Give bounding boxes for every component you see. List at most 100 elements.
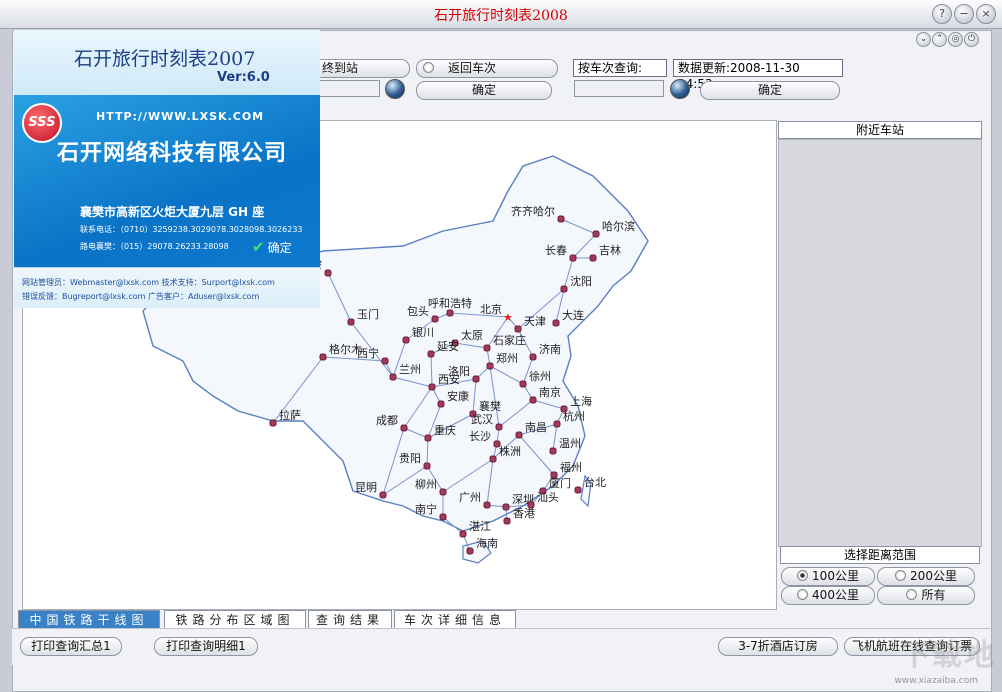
splash-fax: 路电襄樊：（015）29078.26233.28098: [80, 241, 229, 252]
city-dot: [400, 424, 408, 432]
close-button[interactable]: ×: [976, 4, 996, 24]
query-orb-icon-2[interactable]: [670, 79, 690, 99]
city-label: 广州: [459, 491, 481, 504]
city-label: 杭州: [563, 409, 585, 423]
city-label: 石家庄: [493, 333, 526, 347]
city-label: 齐齐哈尔: [511, 204, 555, 218]
contacts-row-2: 错误反馈：Bugreport@lxsk.com 广告客户：Aduser@lxsk…: [22, 292, 260, 301]
watermark-url: www.xiazaiba.com: [894, 676, 978, 686]
city-dot: [502, 503, 510, 511]
range-200-label: 200公里: [910, 569, 957, 583]
splash-header: 石开旅行时刻表2007 Ver:6.0: [14, 30, 320, 95]
city-dot: [503, 517, 511, 525]
tab-region-map[interactable]: 铁路分布区域图: [164, 610, 306, 630]
query-orb-icon[interactable]: [385, 79, 405, 99]
city-label: 南宁: [415, 502, 437, 516]
city-dot: [379, 491, 387, 499]
city-label: 天津: [524, 315, 546, 328]
print-detail-button[interactable]: 打印查询明细1: [154, 637, 258, 656]
city-label: 台北: [584, 475, 606, 489]
splash-phone: 联系电话：（0710）3259238.3029078.3028098.30262…: [80, 224, 303, 235]
city-label: 大连: [562, 308, 584, 322]
city-dot: [495, 423, 503, 431]
city-dot: [549, 447, 557, 455]
city-label: 南昌: [525, 421, 547, 434]
confirm-button-2[interactable]: 确定: [700, 81, 840, 100]
hotel-booking-button[interactable]: 3-7折酒店订房: [718, 637, 838, 656]
city-label: 福州: [560, 460, 582, 474]
city-dot: [427, 350, 435, 358]
help-button[interactable]: ?: [932, 4, 952, 24]
range-100-option[interactable]: 100公里: [781, 567, 875, 586]
radio-icon: [797, 589, 809, 600]
city-dot: [439, 513, 447, 521]
city-dot: [319, 353, 327, 361]
range-all-label: 所有: [921, 588, 946, 602]
city-dot: [439, 488, 447, 496]
city-dot: [486, 362, 494, 370]
city-label: 郑州: [496, 351, 518, 365]
splash-company: 石开网络科技有限公司: [57, 141, 288, 166]
contacts-row-1: 网站管理员：Webmaster@lxsk.com 技术支持：Surport@lx…: [22, 278, 275, 287]
return-train-button[interactable]: 返回车次: [416, 59, 558, 78]
radio-icon: [423, 62, 434, 73]
city-label: 格尔木: [329, 342, 362, 356]
city-label: 上海: [570, 394, 592, 408]
city-label: 沈阳: [570, 274, 592, 288]
chevron-down-icon[interactable]: ⌄: [916, 32, 931, 47]
range-all-option[interactable]: 所有: [877, 586, 975, 605]
power-icon[interactable]: ⏻: [964, 32, 979, 47]
company-logo-icon: SSS: [22, 103, 62, 143]
range-200-option[interactable]: 200公里: [877, 567, 975, 586]
nearby-stations-list[interactable]: [778, 139, 982, 547]
splash-ok-label: 确定: [267, 241, 292, 255]
print-summary-button[interactable]: 打印查询汇总1: [20, 637, 122, 656]
phone-value: （0710）3259238.3029078.3028098.3026233: [120, 225, 303, 234]
checkmark-icon: ✔: [252, 238, 265, 256]
tab-trunk-line-map[interactable]: 中国铁路干线图: [18, 610, 160, 630]
city-label: 洛阳: [448, 364, 470, 378]
range-400-option[interactable]: 400公里: [781, 586, 875, 605]
range-100-label: 100公里: [812, 569, 859, 583]
nearby-stations-title: 附近车站: [778, 121, 982, 139]
window-title: 石开旅行时刻表2008: [434, 8, 568, 24]
city-label: 襄樊: [479, 399, 501, 413]
city-dot: [324, 269, 332, 277]
city-label: 海南: [476, 536, 498, 550]
return-train-label: 返回车次: [448, 61, 497, 75]
watermark: 下载地: [900, 638, 996, 673]
splash-version: Ver:6.0: [217, 70, 270, 85]
tab-train-details[interactable]: 车次详细信息: [394, 610, 516, 630]
city-dot: [428, 383, 436, 391]
city-dot: [529, 396, 537, 404]
city-dot: [489, 455, 497, 463]
city-label: 温州: [559, 437, 581, 450]
city-dot: [574, 486, 582, 494]
minimize-button[interactable]: −: [954, 4, 974, 24]
city-label: 贵阳: [399, 452, 421, 465]
splash-contacts: 网站管理员：Webmaster@lxsk.com 技术支持：Surport@lx…: [14, 267, 320, 308]
city-label: 厦门: [549, 476, 571, 490]
splash-ok-button[interactable]: ✔ 确定: [252, 238, 292, 256]
city-dot: [466, 547, 474, 555]
chevron-up-icon[interactable]: ⌃: [932, 32, 947, 47]
tab-query-results[interactable]: 查询结果: [308, 610, 392, 630]
city-dot: [446, 309, 454, 317]
splash-screen: 石开旅行时刻表2007 Ver:6.0 SSS HTTP://WWW.LXSK.…: [14, 30, 320, 308]
target-icon[interactable]: ◎: [948, 32, 963, 47]
train-number-input[interactable]: [574, 80, 664, 97]
city-label: 湛江: [469, 520, 491, 533]
radio-icon: [906, 589, 918, 600]
city-label: 呼和浩特: [428, 296, 472, 310]
city-dot: [483, 344, 491, 352]
city-dot: [431, 315, 439, 323]
city-dot: [459, 530, 467, 538]
capital-star-icon: ★: [503, 311, 513, 324]
confirm-button-1[interactable]: 确定: [416, 81, 552, 100]
city-dot: [553, 420, 561, 428]
city-label: 成都: [376, 414, 398, 427]
city-label: 昆明: [355, 481, 377, 494]
city-label: 兰州: [399, 363, 421, 376]
range-400-label: 400公里: [812, 588, 859, 602]
city-dot: [402, 336, 410, 344]
